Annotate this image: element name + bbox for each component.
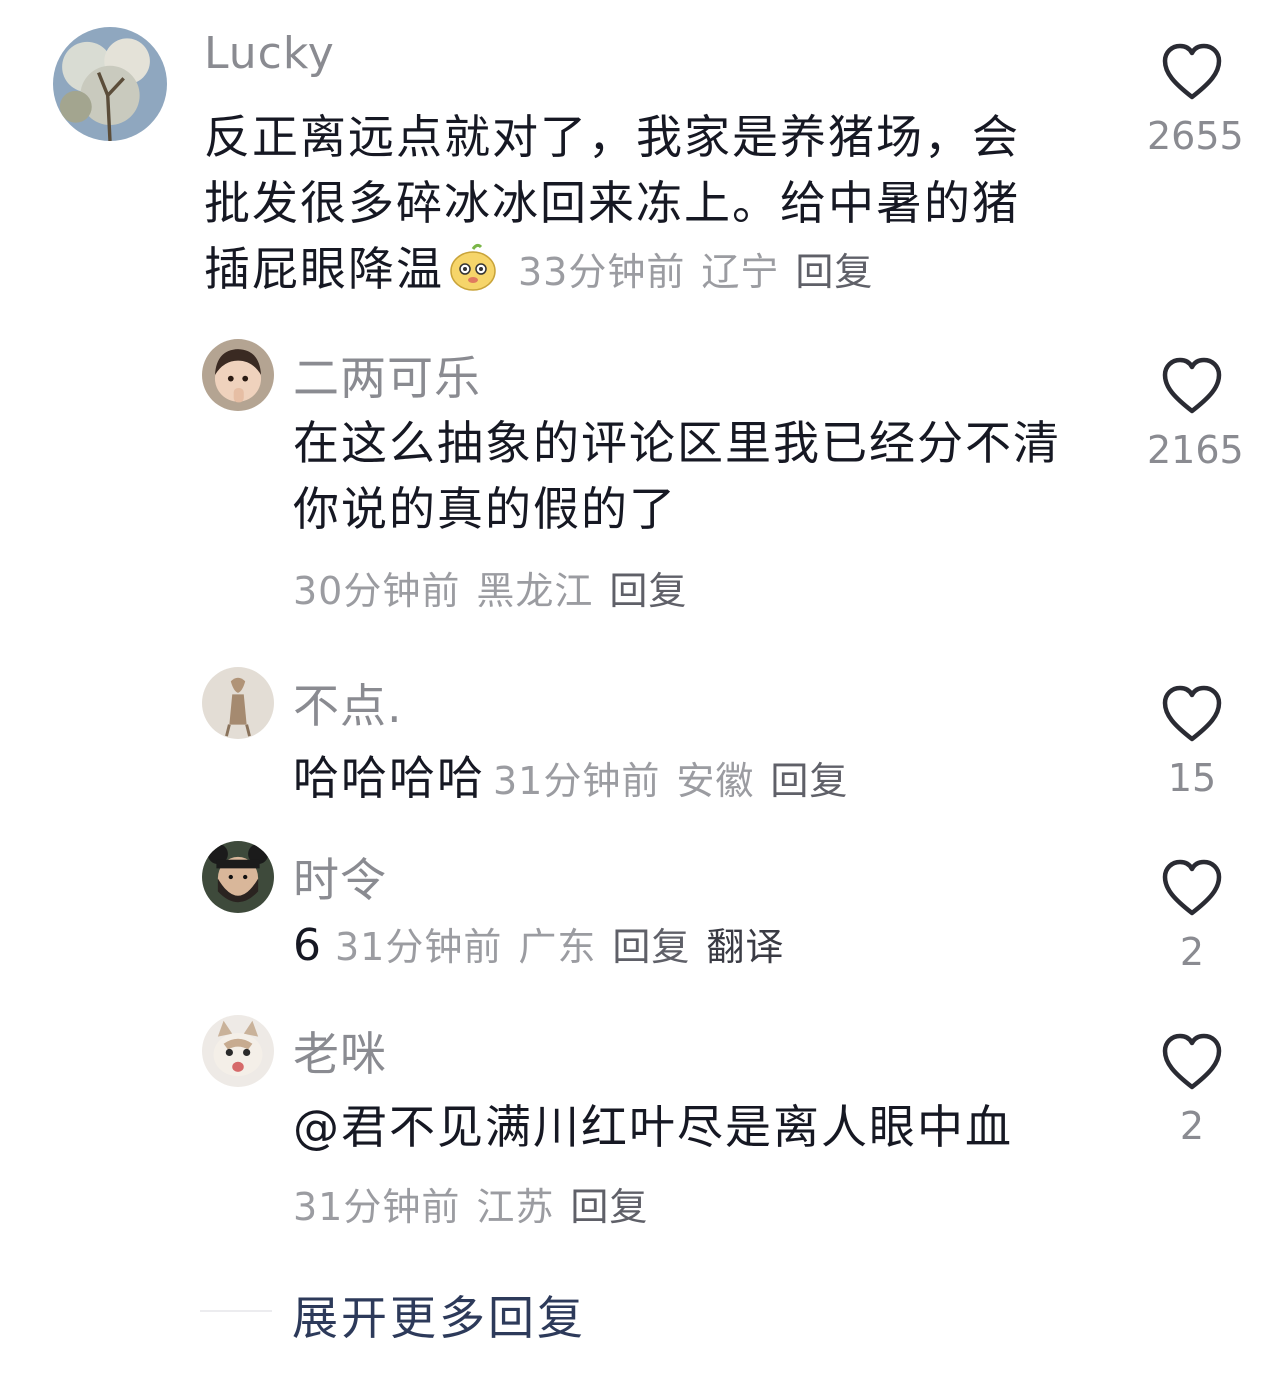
comment-line: 哈哈哈哈 31分钟前 安徽 回复: [293, 742, 864, 808]
avatar[interactable]: [202, 667, 274, 739]
comment-meta: 30分钟前 黑龙江 回复: [293, 560, 703, 615]
comment-time: 31分钟前: [335, 925, 503, 969]
like-count: 2: [1179, 930, 1205, 974]
expand-more-replies-button[interactable]: 展开更多回复: [292, 1282, 586, 1348]
comment-location: 广东: [518, 925, 597, 969]
reply-button[interactable]: 回复: [570, 1185, 648, 1229]
like-count: 15: [1167, 756, 1217, 800]
like-count: 2: [1179, 1104, 1205, 1148]
divider: [200, 1310, 272, 1312]
child-avatar-image: [202, 339, 274, 411]
avatar[interactable]: [202, 339, 274, 411]
reply-button[interactable]: 回复: [770, 759, 848, 803]
heart-outline-icon: [1162, 685, 1222, 742]
blossom-tree-avatar-image: [53, 27, 167, 141]
dog-face-emoji-icon: [448, 243, 498, 293]
like-button[interactable]: 2655: [1147, 42, 1244, 158]
reply-button[interactable]: 回复: [609, 569, 687, 613]
comment-location: 安徽: [676, 759, 755, 803]
heart-outline-icon: [1162, 357, 1222, 414]
translate-button[interactable]: 翻译: [706, 925, 784, 969]
avatar[interactable]: [202, 841, 274, 913]
username[interactable]: 二两可乐: [293, 342, 481, 408]
like-count: 2165: [1147, 428, 1244, 472]
comment-location: 黑龙江: [476, 569, 594, 613]
like-button[interactable]: 2: [1147, 858, 1237, 974]
comment-time: 31分钟前: [293, 1185, 461, 1229]
comment-body: 哈哈哈哈: [293, 751, 485, 805]
comment-time: 31分钟前: [493, 759, 661, 803]
kitten-avatar-image: [202, 1015, 274, 1087]
reply-button[interactable]: 回复: [795, 250, 873, 294]
reply-button[interactable]: 回复: [612, 925, 690, 969]
heart-outline-icon: [1162, 1033, 1222, 1090]
comment-body: 在这么抽象的评论区里我已经分不清你说的真的假的了: [293, 416, 1061, 536]
comment-text: 反正离远点就对了，我家是养猪场，会批发很多碎冰冰回来冻上。给中暑的猪插屁眼降温 …: [204, 104, 1064, 305]
like-button[interactable]: 15: [1147, 684, 1237, 800]
heart-outline-icon: [1162, 43, 1222, 100]
comment-meta: 31分钟前 江苏 回复: [293, 1176, 664, 1231]
sketch-avatar-image: [202, 667, 274, 739]
like-button[interactable]: 2: [1147, 1032, 1237, 1148]
comment-time: 30分钟前: [293, 569, 461, 613]
username[interactable]: 不点.: [293, 670, 403, 736]
like-count: 2655: [1147, 114, 1244, 158]
heart-outline-icon: [1162, 859, 1222, 916]
comment-body: @君不见满川红叶尽是离人眼中血: [293, 1100, 1013, 1154]
username[interactable]: 时令: [293, 844, 387, 910]
comment-line: 6 31分钟前 广东 回复 翻译: [293, 916, 800, 971]
comment-time: 33分钟前: [518, 250, 686, 294]
comment-body: 6: [293, 920, 323, 971]
comment-lucky: Lucky 反正离远点就对了，我家是养猪场，会批发很多碎冰冰回来冻上。给中暑的猪…: [0, 0, 1280, 320]
like-button[interactable]: 2165: [1147, 356, 1244, 472]
username[interactable]: Lucky: [204, 28, 335, 79]
avatar[interactable]: [202, 1015, 274, 1087]
cartoon-man-avatar-image: [202, 841, 274, 913]
avatar[interactable]: [53, 27, 167, 141]
username[interactable]: 老咪: [293, 1018, 387, 1084]
comment-location: 江苏: [476, 1185, 555, 1229]
comment-location: 辽宁: [701, 250, 780, 294]
